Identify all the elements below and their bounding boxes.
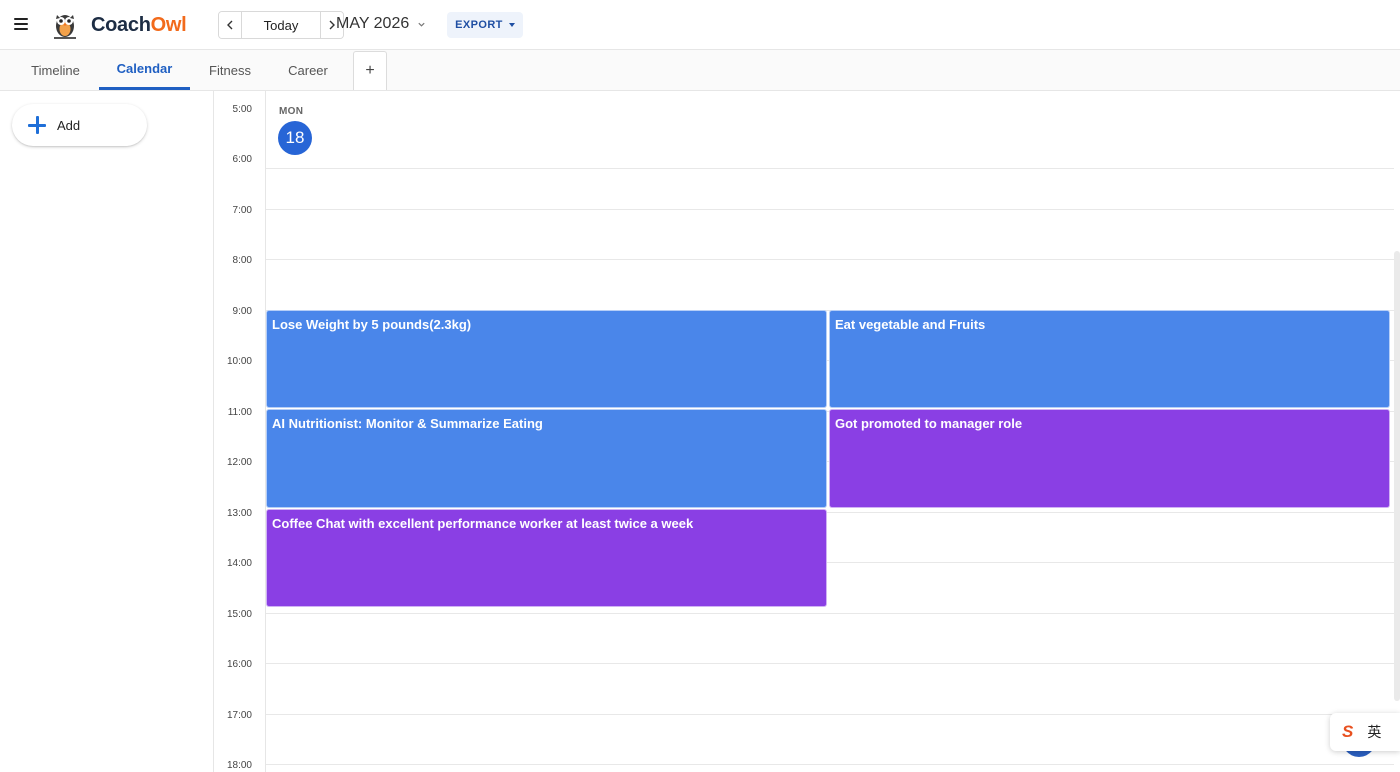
export-label: EXPORT xyxy=(455,19,503,31)
time-label: 15:00 xyxy=(226,609,252,620)
time-label: 17:00 xyxy=(226,710,252,721)
time-label: 6:00 xyxy=(232,154,252,165)
calendar-event[interactable]: Coffee Chat with excellent performance w… xyxy=(266,509,827,607)
app-name-accent: Owl xyxy=(150,14,187,36)
time-label: 16:00 xyxy=(226,659,252,670)
hour-gridline xyxy=(266,764,1394,765)
hamburger-menu-icon[interactable] xyxy=(14,18,28,30)
plus-icon xyxy=(28,116,46,134)
event-title: Got promoted to manager role xyxy=(835,416,1023,431)
event-title: Coffee Chat with excellent performance w… xyxy=(272,516,694,531)
ime-logo-icon: S xyxy=(1342,722,1354,741)
day-number[interactable]: 18 xyxy=(278,121,312,155)
time-label: 12:00 xyxy=(226,457,252,468)
view-tabs: Timeline Calendar Fitness Career + xyxy=(0,50,1400,91)
hour-gridline xyxy=(266,168,1394,169)
chevron-down-icon xyxy=(418,22,425,27)
calendar-event[interactable]: Got promoted to manager role xyxy=(829,409,1390,508)
calendar-day-view: MON 18 5:00 6:00 7:00 8:00 9:00 10:00 11… xyxy=(215,91,1400,772)
time-label: 5:00 xyxy=(232,104,252,115)
tab-career[interactable]: Career xyxy=(278,50,338,90)
chevron-left-icon xyxy=(227,20,233,30)
calendar-scrollbar[interactable] xyxy=(1394,251,1400,701)
app-logo-text[interactable]: CoachOwl xyxy=(91,14,187,37)
time-label: 7:00 xyxy=(232,205,252,216)
hour-gridline xyxy=(266,259,1394,260)
time-label: 13:00 xyxy=(226,508,252,519)
time-label: 14:00 xyxy=(226,558,252,569)
caret-down-icon xyxy=(508,23,515,27)
time-label: 10:00 xyxy=(226,356,252,367)
ime-language-toggle[interactable]: 英 xyxy=(1367,722,1381,742)
event-title: AI Nutritionist: Monitor & Summarize Eat… xyxy=(272,416,543,431)
time-label: 11:00 xyxy=(227,407,252,418)
calendar-event[interactable]: Eat vegetable and Fruits xyxy=(829,310,1390,408)
time-label: 9:00 xyxy=(232,306,252,317)
ime-toolbar[interactable]: S 英 xyxy=(1330,713,1400,751)
app-name-main: Coach xyxy=(91,14,151,36)
prev-period-button[interactable] xyxy=(219,12,241,38)
export-button[interactable]: EXPORT xyxy=(447,12,523,38)
tab-timeline[interactable]: Timeline xyxy=(19,50,92,90)
hour-gridline xyxy=(266,663,1394,664)
app-header: CoachOwl Today MAY 2026 EXPORT xyxy=(0,0,1400,50)
hour-gridline xyxy=(266,714,1394,715)
owl-logo-icon xyxy=(54,15,76,39)
today-button[interactable]: Today xyxy=(241,12,321,38)
tab-calendar[interactable]: Calendar xyxy=(99,50,190,90)
event-title: Lose Weight by 5 pounds(2.3kg) xyxy=(272,317,472,332)
calendar-event[interactable]: Lose Weight by 5 pounds(2.3kg) xyxy=(266,310,827,408)
event-title: Eat vegetable and Fruits xyxy=(835,317,986,332)
add-button[interactable]: Add xyxy=(12,104,147,146)
time-label: 18:00 xyxy=(226,760,252,771)
sidebar: Add xyxy=(0,91,214,772)
hour-gridline xyxy=(266,613,1394,614)
time-label: 8:00 xyxy=(232,255,252,266)
add-button-label: Add xyxy=(57,117,81,133)
chevron-right-icon xyxy=(329,20,335,30)
day-name: MON xyxy=(279,106,304,117)
add-tab-button[interactable]: + xyxy=(353,51,387,90)
month-label-text: MAY 2026 xyxy=(336,15,410,32)
date-nav-group: Today xyxy=(218,11,344,39)
calendar-event[interactable]: AI Nutritionist: Monitor & Summarize Eat… xyxy=(266,409,827,508)
tab-fitness[interactable]: Fitness xyxy=(199,50,261,90)
month-selector[interactable]: MAY 2026 xyxy=(336,15,426,33)
hour-gridline xyxy=(266,209,1394,210)
